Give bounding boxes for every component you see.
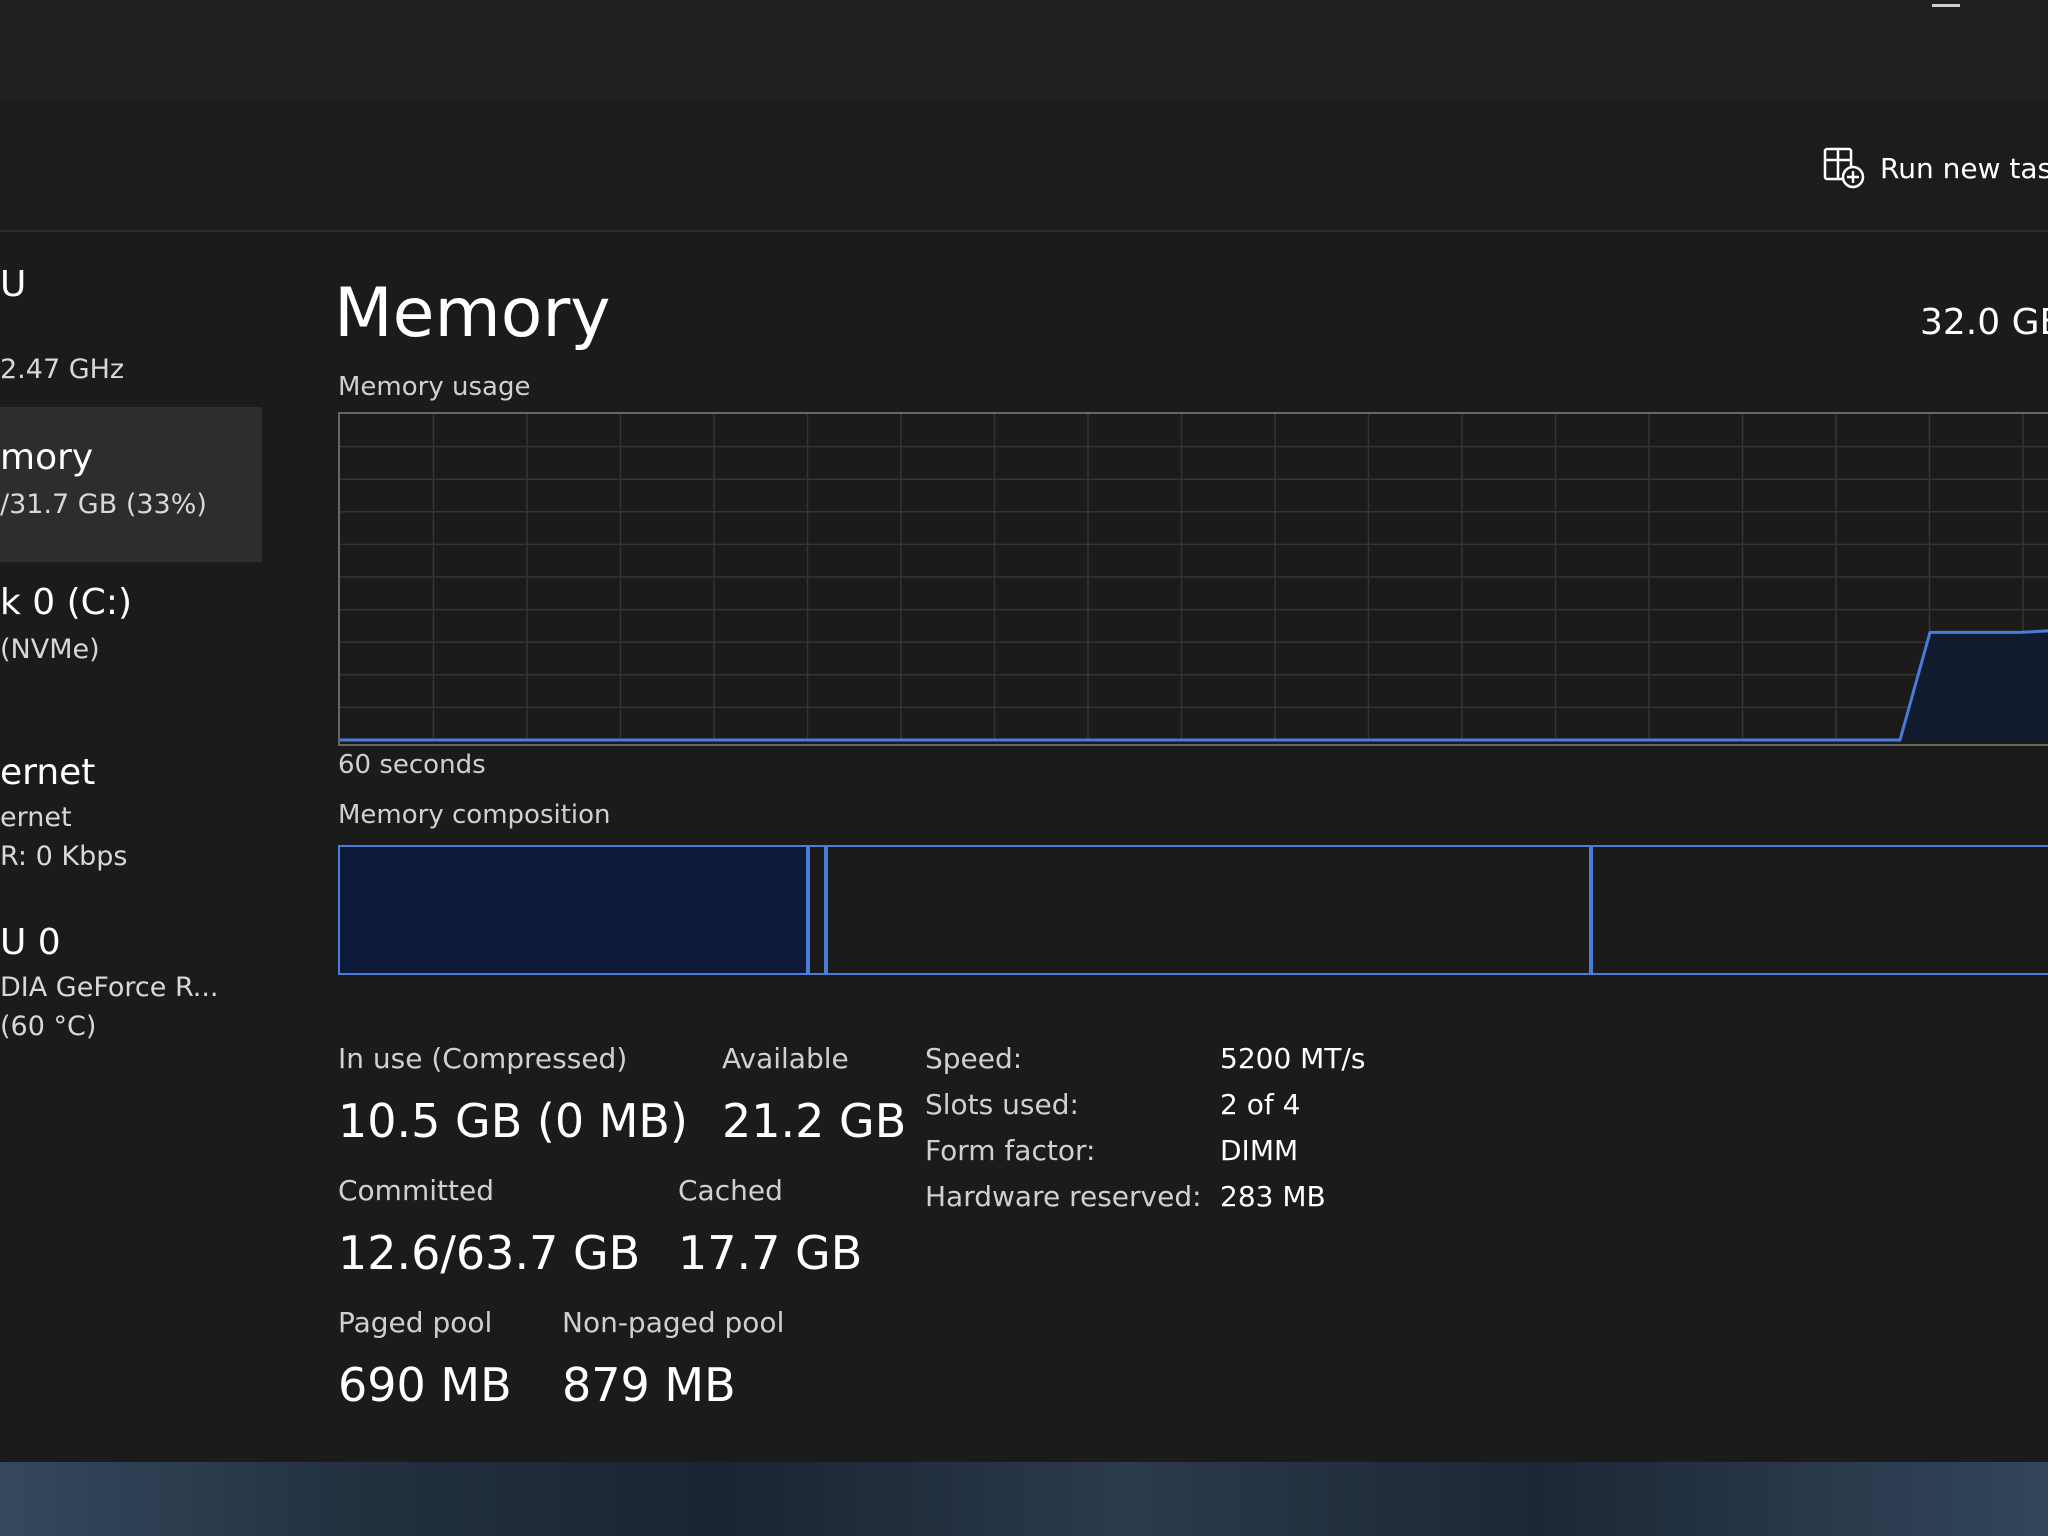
sidebar-item-memory[interactable]: mory /31.7 GB (33%) <box>0 407 262 562</box>
speed-label: Speed: <box>925 1042 1023 1075</box>
memory-usage-graph-canvas <box>340 414 2048 742</box>
desktop-wallpaper <box>0 1462 2048 1536</box>
sidebar-item-subtitle: 2.47 GHz <box>0 354 125 385</box>
available-label: Available <box>722 1042 849 1075</box>
run-new-task-button[interactable]: Run new tas <box>1822 145 2048 191</box>
sidebar-item-title: U 0 <box>0 922 61 963</box>
sidebar-item-subtitle: (NVMe) <box>0 634 100 665</box>
cached-label: Cached <box>678 1174 783 1207</box>
run-new-task-label: Run new tas <box>1880 151 2048 185</box>
form-factor-value: DIMM <box>1220 1134 1299 1167</box>
sidebar-item-ethernet[interactable]: ernet ernet R: 0 Kbps <box>0 752 262 892</box>
sidebar-item-title: ernet <box>0 752 96 793</box>
memory-panel: Memory 32.0 GB Memory usage 60 seconds M… <box>262 232 2048 1462</box>
run-new-task-icon <box>1823 147 1865 189</box>
sidebar-item-title: U <box>0 264 27 305</box>
committed-label: Committed <box>338 1174 494 1207</box>
sidebar-item-title: k 0 (C:) <box>0 582 132 623</box>
toolbar <box>0 102 2048 232</box>
minimize-icon[interactable] <box>1932 4 1960 7</box>
hardware-reserved-value: 283 MB <box>1220 1180 1326 1213</box>
paged-pool-label: Paged pool <box>338 1306 493 1339</box>
speed-value: 5200 MT/s <box>1220 1042 1366 1075</box>
memory-usage-label: Memory usage <box>338 372 531 402</box>
memory-composition-label: Memory composition <box>338 800 611 830</box>
available-value: 21.2 GB <box>722 1094 907 1148</box>
sidebar-item-gpu[interactable]: U 0 DIA GeForce R... (60 °C) <box>0 922 262 1062</box>
page-title: Memory <box>334 274 611 353</box>
total-memory: 32.0 GB <box>1920 302 2048 343</box>
in-use-label: In use (Compressed) <box>338 1042 628 1075</box>
slots-used-value: 2 of 4 <box>1220 1088 1301 1121</box>
composition-segment-modified[interactable] <box>807 845 826 975</box>
slots-used-label: Slots used: <box>925 1088 1079 1121</box>
memory-usage-area <box>340 630 2048 740</box>
sidebar-item-detail: R: 0 Kbps <box>0 841 128 872</box>
time-window-label: 60 seconds <box>338 750 486 780</box>
form-factor-label: Form factor: <box>925 1134 1096 1167</box>
sidebar-item-subtitle: DIA GeForce R... <box>0 972 219 1003</box>
composition-segment-standby[interactable] <box>825 845 1591 975</box>
sidebar-item-title: mory <box>0 437 94 478</box>
sidebar-item-subtitle: /31.7 GB (33%) <box>0 489 207 520</box>
cached-value: 17.7 GB <box>678 1226 863 1280</box>
in-use-value: 10.5 GB (0 MB) <box>338 1094 688 1148</box>
sidebar-item-detail: (60 °C) <box>0 1011 97 1042</box>
composition-segment-in-use[interactable] <box>338 845 808 975</box>
title-bar <box>0 0 2048 102</box>
sidebar: U 2.47 GHz mory /31.7 GB (33%) k 0 (C:) … <box>0 232 262 1462</box>
paged-pool-value: 690 MB <box>338 1358 512 1412</box>
sidebar-item-disk[interactable]: k 0 (C:) (NVMe) <box>0 582 262 702</box>
composition-segment-free[interactable] <box>1590 845 2048 975</box>
nonpaged-pool-value: 879 MB <box>562 1358 736 1412</box>
sidebar-item-subtitle: ernet <box>0 802 72 833</box>
sidebar-item-cpu[interactable]: U 2.47 GHz <box>0 264 262 385</box>
memory-usage-line <box>340 629 2048 742</box>
committed-value: 12.6/63.7 GB <box>338 1226 641 1280</box>
memory-composition-bar <box>338 845 2048 975</box>
memory-usage-graph <box>338 412 2048 746</box>
nonpaged-pool-label: Non-paged pool <box>562 1306 785 1339</box>
hardware-reserved-label: Hardware reserved: <box>925 1180 1202 1213</box>
